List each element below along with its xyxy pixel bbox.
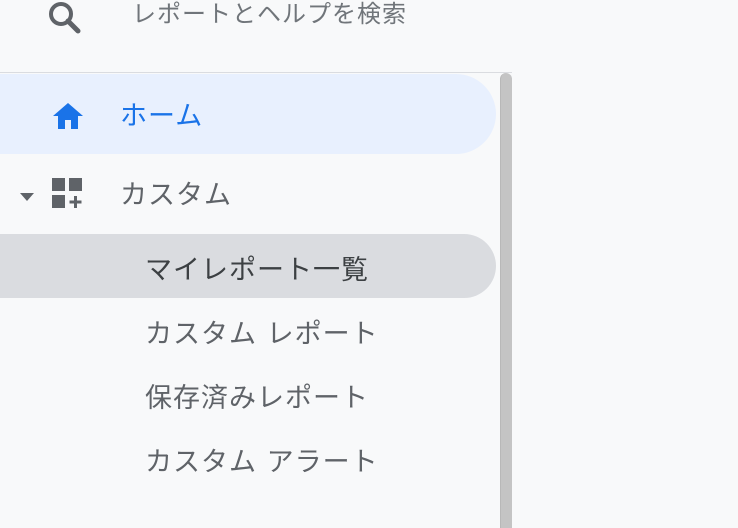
nav-item-custom-label: カスタム <box>120 180 232 211</box>
nav-subitem-label: カスタム アラート <box>145 447 379 478</box>
search-placeholder[interactable]: レポートとヘルプを検索 <box>132 0 407 29</box>
nav-subitem-label: 保存済みレポート <box>145 383 369 414</box>
nav-item-custom[interactable]: カスタム <box>0 160 496 226</box>
nav-subitem-custom-alerts[interactable]: カスタム アラート <box>0 426 496 490</box>
search-icon[interactable] <box>44 0 84 36</box>
nav-item-home-label: ホーム <box>120 101 204 132</box>
home-icon <box>52 101 84 131</box>
nav-subitem-custom-reports[interactable]: カスタム レポート <box>0 298 496 362</box>
nav-subitem-saved-reports[interactable]: 保存済みレポート <box>0 362 496 426</box>
nav-subitem-label: マイレポート一覧 <box>145 255 369 286</box>
nav-item-home[interactable]: ホーム <box>0 74 496 154</box>
scrollbar[interactable] <box>500 73 512 528</box>
nav-subitem-label: カスタム レポート <box>145 319 379 350</box>
search-bar[interactable]: レポートとヘルプを検索 <box>0 0 512 72</box>
caret-down-icon[interactable] <box>18 188 36 201</box>
nav-subitem-my-reports[interactable]: マイレポート一覧 <box>0 234 496 298</box>
dashboard-add-icon <box>52 178 86 210</box>
